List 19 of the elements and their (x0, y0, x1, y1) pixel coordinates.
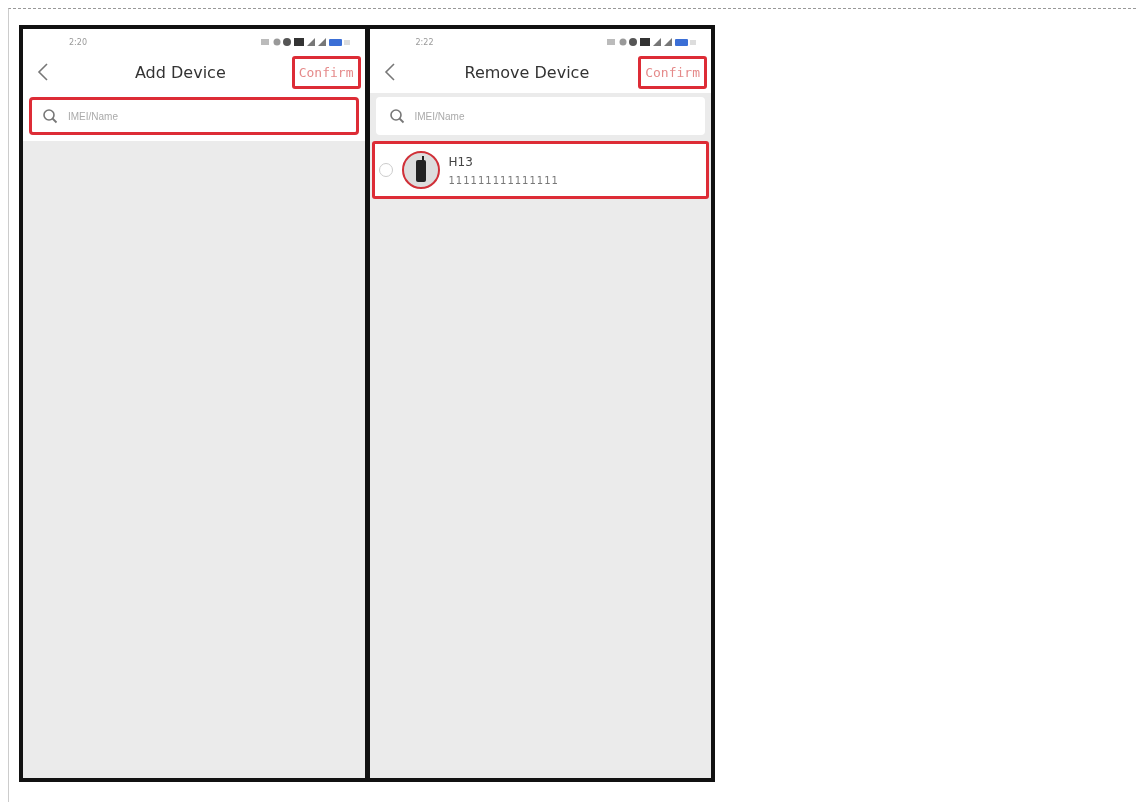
search-bar[interactable]: IMEI/Name (375, 97, 705, 135)
search-bar[interactable]: IMEI/Name (29, 97, 359, 135)
device-imei: 111111111111111 (448, 174, 559, 186)
device-name: H13 (448, 154, 474, 169)
status-time: 2:22 (415, 37, 434, 47)
confirm-button[interactable]: Confirm (291, 55, 361, 89)
radio-button[interactable] (378, 163, 393, 177)
screen-title: Remove Device (463, 62, 591, 82)
walkie-talkie-icon (400, 150, 441, 190)
device-list-item[interactable]: H13 111111111111111 (371, 141, 709, 199)
screen-title: Add Device (133, 62, 227, 82)
search-icon (42, 108, 58, 124)
confirm-button[interactable]: Confirm (638, 55, 707, 89)
search-input[interactable]: IMEI/Name (412, 109, 692, 123)
search-input[interactable]: IMEI/Name (66, 109, 346, 123)
back-icon[interactable] (383, 62, 396, 82)
status-time: 2:20 (69, 37, 87, 47)
search-icon (388, 108, 405, 124)
back-icon[interactable] (37, 62, 49, 82)
